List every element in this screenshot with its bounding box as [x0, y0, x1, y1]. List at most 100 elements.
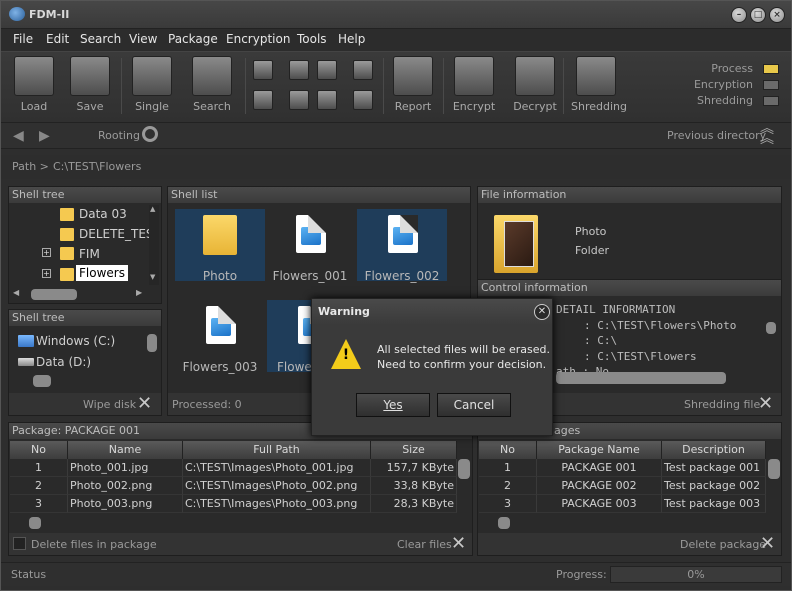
horizontal-scrollbar-thumb[interactable]	[498, 517, 510, 529]
column-header-full-path[interactable]: Full Path	[183, 441, 371, 459]
package-add-icon[interactable]	[253, 90, 273, 110]
table-cell[interactable]: C:\TEST\Images\Photo_002.png	[183, 477, 371, 495]
delete-files-label[interactable]: Delete files in package	[31, 538, 157, 551]
table-cell[interactable]: Test package 002	[662, 477, 766, 495]
menu-help[interactable]: Help	[338, 32, 365, 46]
package-save-icon[interactable]	[317, 60, 337, 80]
column-header-name[interactable]: Name	[68, 441, 183, 459]
table-cell[interactable]: PACKAGE 003	[537, 495, 662, 513]
shredding-button[interactable]: Shredding	[571, 56, 627, 113]
table-cell[interactable]: Test package 001	[662, 459, 766, 477]
table-cell[interactable]: 28,3 KByte	[371, 495, 457, 513]
vertical-scrollbar[interactable]: ▲ ▼	[149, 205, 159, 285]
package-list-icon[interactable]	[353, 90, 373, 110]
yes-button[interactable]: Yes	[356, 393, 430, 417]
expand-icon[interactable]: +	[42, 248, 51, 257]
column-header-no[interactable]: No	[10, 441, 68, 459]
search-button[interactable]: Search	[191, 56, 233, 113]
column-header-size[interactable]: Size	[371, 441, 457, 459]
vertical-scrollbar-thumb[interactable]	[458, 459, 470, 479]
vertical-scrollbar-thumb[interactable]	[766, 322, 776, 334]
tree-item[interactable]: DELETE_TES	[79, 227, 154, 241]
drive-item[interactable]: Data (D:)	[36, 355, 91, 369]
path-value[interactable]: C:\TEST\Flowers	[53, 160, 141, 173]
package-check-icon[interactable]	[353, 60, 373, 80]
wipe-disk-button[interactable]: Wipe disk	[83, 398, 136, 411]
single-button[interactable]: Single	[131, 56, 173, 113]
table-cell[interactable]: 1	[479, 459, 537, 477]
file-item[interactable]: Photo	[175, 209, 265, 283]
scroll-right-icon[interactable]: ▶	[136, 288, 142, 297]
horizontal-scrollbar-thumb[interactable]	[31, 289, 77, 300]
maximize-icon[interactable]: □	[750, 7, 766, 23]
scroll-left-icon[interactable]: ◀	[13, 288, 19, 297]
scroll-down-icon[interactable]: ▼	[150, 273, 155, 281]
shredding-file-button[interactable]: Shredding file	[684, 398, 760, 411]
minimize-icon[interactable]: –	[731, 7, 747, 23]
scroll-up-icon[interactable]: ▲	[150, 205, 155, 213]
table-cell[interactable]: 2	[10, 477, 68, 495]
column-header-description[interactable]: Description	[662, 441, 766, 459]
back-arrow-icon[interactable]: ◀	[13, 128, 24, 144]
vertical-scrollbar-thumb[interactable]	[147, 334, 157, 352]
table-cell[interactable]: Photo_002.png	[68, 477, 183, 495]
vertical-scrollbar-thumb[interactable]	[768, 459, 780, 479]
table-cell[interactable]: C:\TEST\Images\Photo_003.png	[183, 495, 371, 513]
rooting-label[interactable]: Rooting	[98, 129, 140, 142]
cancel-button[interactable]: Cancel	[437, 393, 511, 417]
save-button[interactable]: Save	[69, 56, 111, 113]
tree-item[interactable]: FIM	[79, 247, 100, 261]
previous-directory-label[interactable]: Previous directory	[667, 129, 766, 142]
table-cell[interactable]: PACKAGE 001	[537, 459, 662, 477]
clear-files-x-icon[interactable]: ✕	[451, 535, 466, 553]
menu-edit[interactable]: Edit	[46, 32, 69, 46]
encrypt-button[interactable]: Encrypt	[452, 56, 496, 113]
dialog-close-icon[interactable]: ✕	[534, 304, 550, 320]
package-open-icon[interactable]	[253, 60, 273, 80]
report-button[interactable]: Report	[391, 56, 435, 113]
close-icon[interactable]: ×	[769, 7, 785, 23]
table-cell[interactable]: Test package 003	[662, 495, 766, 513]
forward-arrow-icon[interactable]: ▶	[39, 128, 50, 144]
drive-item[interactable]: Windows (C:)	[36, 334, 115, 348]
tree-item-selected[interactable]: Flowers	[76, 265, 128, 281]
shredding-file-x-icon[interactable]: ✕	[758, 395, 773, 413]
package-settings-icon[interactable]	[317, 90, 337, 110]
wipe-disk-x-icon[interactable]: ✕	[137, 395, 152, 413]
delete-files-checkbox[interactable]	[13, 537, 26, 550]
menu-view[interactable]: View	[129, 32, 157, 46]
delete-package-button[interactable]: Delete package	[680, 538, 766, 551]
tree-item[interactable]: Data 03	[79, 207, 127, 221]
load-button[interactable]: Load	[13, 56, 55, 113]
table-cell[interactable]: 157,7 KByte	[371, 459, 457, 477]
file-item[interactable]: Flowers_001	[265, 209, 355, 283]
up-directory-icon[interactable]: ︽ ︽	[760, 122, 774, 146]
table-cell[interactable]: 3	[10, 495, 68, 513]
table-cell[interactable]: C:\TEST\Images\Photo_001.jpg	[183, 459, 371, 477]
column-header-no[interactable]: No	[479, 441, 537, 459]
table-cell[interactable]: 3	[479, 495, 537, 513]
table-cell[interactable]: 33,8 KByte	[371, 477, 457, 495]
table-cell[interactable]: 2	[479, 477, 537, 495]
decrypt-button[interactable]: Decrypt	[513, 56, 557, 113]
refresh-icon[interactable]	[142, 126, 158, 142]
file-item[interactable]: Flowers_002	[357, 209, 447, 283]
table-cell[interactable]: 1	[10, 459, 68, 477]
table-cell[interactable]: Photo_003.png	[68, 495, 183, 513]
menu-search[interactable]: Search	[80, 32, 121, 46]
clear-files-button[interactable]: Clear files	[397, 538, 452, 551]
menu-file[interactable]: File	[13, 32, 33, 46]
column-header-package-name[interactable]: Package Name	[537, 441, 662, 459]
delete-package-x-icon[interactable]: ✕	[760, 535, 775, 553]
horizontal-scrollbar-thumb[interactable]	[29, 517, 41, 529]
menu-package[interactable]: Package	[168, 32, 218, 46]
expand-icon[interactable]: +	[42, 269, 51, 278]
horizontal-scrollbar-thumb[interactable]	[556, 372, 726, 384]
table-cell[interactable]: PACKAGE 002	[537, 477, 662, 495]
table-cell[interactable]: Photo_001.jpg	[68, 459, 183, 477]
menu-tools[interactable]: Tools	[297, 32, 327, 46]
file-item[interactable]: Flowers_003	[175, 300, 265, 374]
package-tools-icon[interactable]	[289, 90, 309, 110]
package-copy-icon[interactable]	[289, 60, 309, 80]
horizontal-scrollbar-thumb[interactable]	[33, 375, 51, 387]
